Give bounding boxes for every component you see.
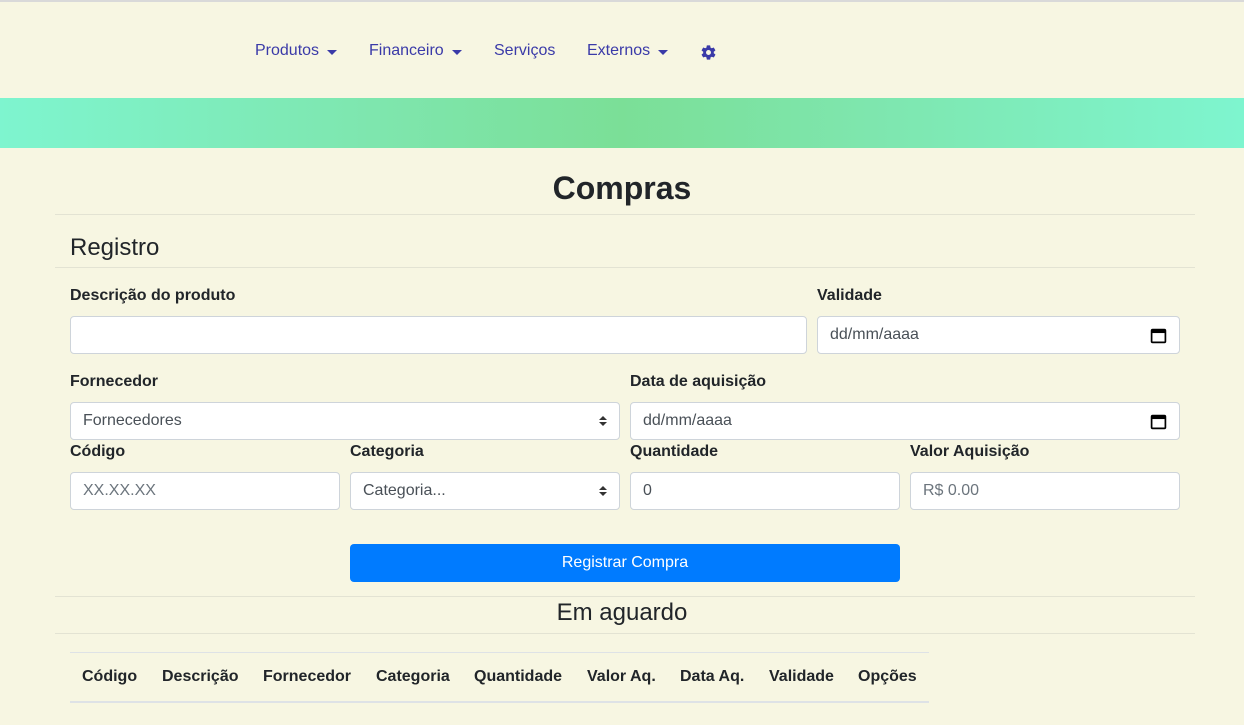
nav-servicos[interactable]: Serviços xyxy=(494,42,555,60)
calendar-icon[interactable] xyxy=(1150,413,1167,430)
column-header[interactable]: Opções xyxy=(858,668,917,686)
column-header[interactable]: Descrição xyxy=(162,668,239,686)
nav-financeiro[interactable]: Financeiro xyxy=(369,42,462,60)
gear-icon[interactable] xyxy=(700,44,717,61)
validade-placeholder: dd/mm/aaaa xyxy=(830,326,919,343)
column-header[interactable]: Valor Aq. xyxy=(587,668,656,686)
codigo-field[interactable] xyxy=(70,472,340,510)
codigo-input[interactable] xyxy=(83,482,327,500)
valor-input[interactable] xyxy=(923,482,1167,500)
categoria-selected: Categoria... xyxy=(363,482,446,499)
divider xyxy=(55,214,1195,215)
valor-field[interactable] xyxy=(910,472,1180,510)
column-header[interactable]: Data Aq. xyxy=(680,668,744,686)
nav-externos[interactable]: Externos xyxy=(587,42,669,60)
chevron-down-icon xyxy=(327,49,338,55)
select-arrows-icon xyxy=(599,416,607,426)
calendar-icon[interactable] xyxy=(1150,327,1167,344)
nav-servicos-label: Serviços xyxy=(494,42,556,59)
header-banner xyxy=(0,98,1244,148)
nav-produtos-label: Produtos xyxy=(255,42,320,59)
fornecedor-label: Fornecedor xyxy=(70,373,159,390)
table-header: Código Descrição Fornecedor Categoria Qu… xyxy=(70,652,929,703)
quantidade-label: Quantidade xyxy=(630,443,719,460)
data-aquisicao-label: Data de aquisição xyxy=(630,373,767,390)
descricao-label: Descrição do produto xyxy=(70,287,236,304)
column-header[interactable]: Categoria xyxy=(376,668,450,686)
quantidade-input[interactable] xyxy=(643,482,887,500)
column-header[interactable]: Código xyxy=(82,668,137,686)
fornecedor-select[interactable]: Fornecedores xyxy=(70,402,620,440)
validade-label: Validade xyxy=(817,287,882,304)
nav-financeiro-label: Financeiro xyxy=(369,42,444,59)
categoria-label: Categoria xyxy=(350,443,424,460)
data-aquisicao-date-field[interactable]: dd/mm/aaaa xyxy=(630,402,1180,440)
validade-date-field[interactable]: dd/mm/aaaa xyxy=(817,316,1180,354)
fornecedor-selected: Fornecedores xyxy=(83,412,182,429)
em-aguardo-title: Em aguardo xyxy=(556,599,688,626)
column-header[interactable]: Quantidade xyxy=(474,668,562,686)
descricao-field[interactable] xyxy=(70,316,807,354)
top-navbar: Produtos Financeiro Serviços Externos xyxy=(0,2,1244,98)
data-aquisicao-placeholder: dd/mm/aaaa xyxy=(643,412,732,429)
chevron-down-icon xyxy=(658,49,669,55)
column-header[interactable]: Validade xyxy=(769,668,834,686)
codigo-label: Código xyxy=(70,443,126,460)
divider xyxy=(55,596,1195,597)
divider xyxy=(55,633,1195,634)
categoria-select[interactable]: Categoria... xyxy=(350,472,620,510)
quantidade-field[interactable] xyxy=(630,472,900,510)
chevron-down-icon xyxy=(451,49,462,55)
registro-title: Registro xyxy=(70,234,160,261)
select-arrows-icon xyxy=(599,486,607,496)
nav-produtos[interactable]: Produtos xyxy=(255,42,338,60)
registrar-compra-button[interactable]: Registrar Compra xyxy=(350,544,900,582)
column-header[interactable]: Fornecedor xyxy=(263,668,351,686)
nav-externos-label: Externos xyxy=(587,42,651,59)
valor-label: Valor Aquisição xyxy=(910,443,1030,460)
divider xyxy=(55,267,1195,268)
page-title: Compras xyxy=(552,170,692,206)
descricao-input[interactable] xyxy=(83,326,794,344)
